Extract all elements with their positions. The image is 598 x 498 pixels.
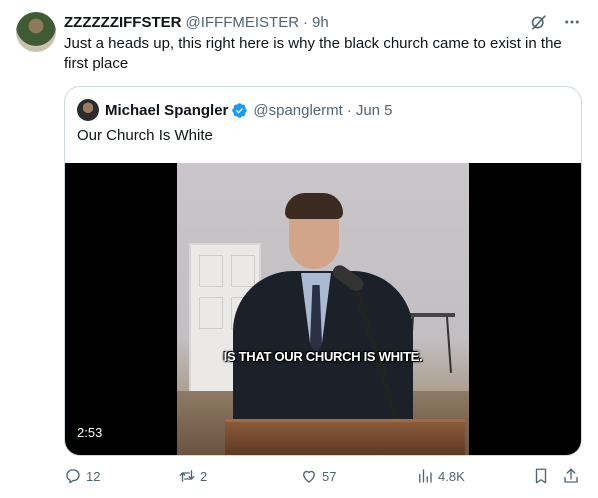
quoted-tweet-text: Our Church Is White (77, 127, 213, 144)
bookmark-button[interactable] (532, 464, 550, 488)
quoted-author-avatar[interactable] (77, 99, 99, 121)
video-duration: 2:53 (77, 425, 103, 440)
video-frame: IS THAT OUR CHURCH IS WHITE. (177, 163, 469, 455)
views-icon (419, 469, 432, 483)
tweet-header: ZZZZZZIFFSTER @IFFFMEISTER · 9h (64, 12, 582, 32)
repost-count: 2 (200, 468, 208, 484)
video-caption: IS THAT OUR CHURCH IS WHITE. (223, 349, 423, 364)
author-handle[interactable]: @IFFFMEISTER (185, 14, 299, 31)
share-button[interactable] (562, 464, 580, 488)
verified-badge-icon (231, 102, 248, 119)
tweet-time[interactable]: 9h (312, 14, 329, 31)
author-avatar[interactable] (16, 12, 56, 52)
podium (225, 419, 465, 455)
quoted-author-name[interactable]: Michael Spangler (105, 102, 228, 119)
video-player[interactable]: IS THAT OUR CHURCH IS WHITE. 2:53 (65, 163, 581, 455)
grok-icon[interactable] (528, 12, 548, 32)
separator-dot: · (346, 101, 352, 119)
header-actions (528, 12, 582, 32)
bookmark-icon (535, 468, 547, 484)
views-count: 4.8K (438, 468, 465, 484)
repost-icon (179, 470, 195, 482)
reply-button[interactable]: 12 (64, 464, 100, 488)
like-icon (303, 470, 315, 483)
separator-dot: · (303, 13, 309, 31)
share-icon (564, 468, 578, 483)
quoted-tweet-time[interactable]: Jun 5 (356, 102, 393, 119)
views-button[interactable]: 4.8K (416, 464, 465, 488)
repost-button[interactable]: 2 (178, 464, 207, 488)
like-count: 57 (322, 468, 337, 484)
quoted-tweet[interactable]: Michael Spangler @spanglermt · Jun 5 Our… (64, 86, 582, 456)
more-icon[interactable] (562, 12, 582, 32)
like-button[interactable]: 57 (300, 464, 336, 488)
reply-count: 12 (86, 468, 101, 484)
speaker-hair (285, 193, 343, 219)
tweet-text: Just a heads up, this right here is why … (64, 35, 562, 72)
author-name[interactable]: ZZZZZZIFFSTER (64, 14, 181, 31)
quoted-tweet-header: Michael Spangler @spanglermt · Jun 5 (77, 99, 393, 121)
quoted-author-handle[interactable]: @spanglermt (253, 102, 342, 119)
reply-icon (66, 469, 80, 484)
tweet-actions: 12 2 57 4.8K (64, 464, 584, 488)
